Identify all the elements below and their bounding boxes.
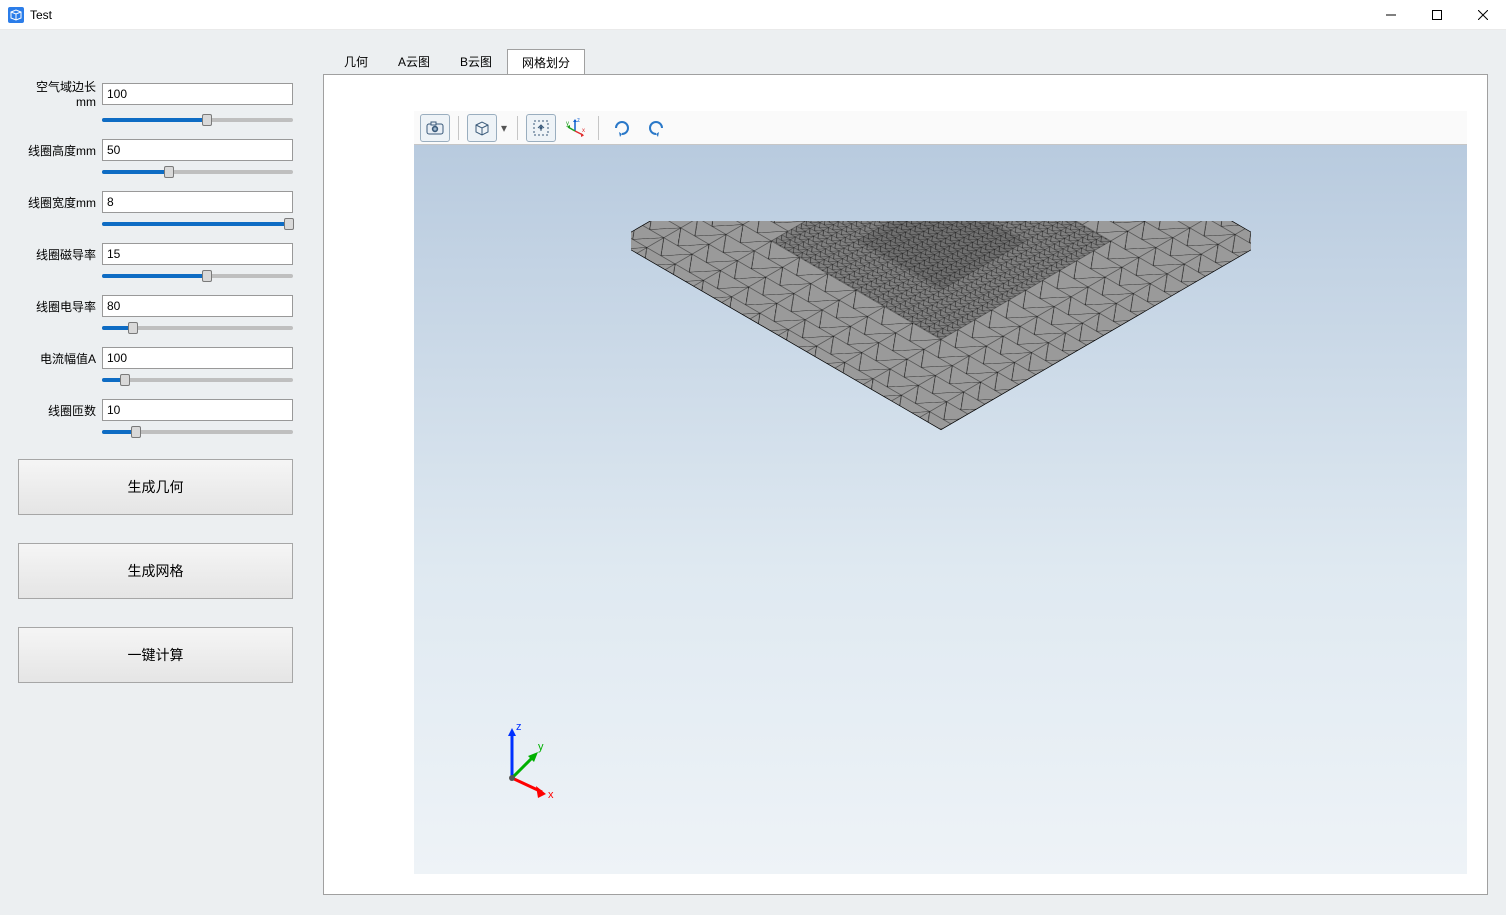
viewport-3d[interactable]: ▾ z x y: [414, 111, 1467, 874]
axis-z-label: z: [516, 721, 522, 733]
axis-x-label: x: [548, 789, 554, 798]
tab-0[interactable]: 几何: [329, 48, 383, 74]
body: 空气域边长mm 线圈高度mm 线圈宽度mm 线圈磁导率: [0, 30, 1506, 915]
param-4: 线圈电导率: [18, 295, 293, 335]
param-1: 线圈高度mm: [18, 139, 293, 179]
mesh-render: [631, 221, 1251, 601]
tab-label: A云图: [398, 55, 430, 69]
title-bar: Test: [0, 0, 1506, 30]
viewport-toolbar: ▾ z x y: [414, 111, 1467, 145]
param-label: 空气域边长mm: [18, 78, 96, 109]
svg-text:y: y: [566, 121, 569, 127]
rotate-ccw-icon[interactable]: [641, 114, 671, 142]
tab-label: 网格划分: [522, 56, 570, 70]
param-label: 线圈高度mm: [18, 142, 96, 159]
button-label: 生成网格: [128, 561, 184, 581]
param-3: 线圈磁导率: [18, 243, 293, 283]
param-2: 线圈宽度mm: [18, 191, 293, 231]
tab-label: 几何: [344, 55, 368, 69]
param-label: 线圈电导率: [18, 298, 96, 315]
tab-strip: 几何 A云图 B云图 网格划分: [323, 50, 1488, 74]
param-slider[interactable]: [102, 269, 293, 283]
param-input[interactable]: [102, 347, 293, 369]
param-6: 线圈匝数: [18, 399, 293, 439]
param-input[interactable]: [102, 399, 293, 421]
viewport-frame: ▾ z x y: [323, 74, 1488, 895]
tab-3[interactable]: 网格划分: [507, 49, 585, 75]
param-0: 空气域边长mm: [18, 78, 293, 127]
cube-icon[interactable]: [467, 114, 497, 142]
param-input[interactable]: [102, 243, 293, 265]
param-slider[interactable]: [102, 113, 293, 127]
button-label: 一键计算: [128, 645, 184, 665]
compute-button[interactable]: 一键计算: [18, 627, 293, 683]
axes-icon[interactable]: z x y: [560, 114, 590, 142]
tab-2[interactable]: B云图: [445, 48, 507, 74]
param-input[interactable]: [102, 139, 293, 161]
maximize-button[interactable]: [1414, 0, 1460, 30]
minimize-button[interactable]: [1368, 0, 1414, 30]
app-window: Test 空气域边长mm 线圈高度m: [0, 0, 1506, 915]
camera-icon[interactable]: [420, 114, 450, 142]
param-slider[interactable]: [102, 425, 293, 439]
rotate-cw-icon[interactable]: [607, 114, 637, 142]
svg-text:x: x: [582, 128, 585, 134]
param-slider[interactable]: [102, 165, 293, 179]
button-label: 生成几何: [128, 477, 184, 497]
cube-dropdown-icon[interactable]: ▾: [499, 114, 509, 142]
param-input[interactable]: [102, 83, 293, 105]
axis-triad: z y x: [492, 718, 572, 798]
right-area: 几何 A云图 B云图 网格划分 ▾: [323, 50, 1488, 895]
tab-1[interactable]: A云图: [383, 48, 445, 74]
param-input[interactable]: [102, 295, 293, 317]
app-icon: [8, 7, 24, 23]
svg-text:z: z: [577, 118, 580, 124]
close-button[interactable]: [1460, 0, 1506, 30]
param-5: 电流幅值A: [18, 347, 293, 387]
axis-y-label: y: [538, 741, 544, 753]
param-label: 线圈磁导率: [18, 246, 96, 263]
param-label: 线圈宽度mm: [18, 194, 96, 211]
param-slider[interactable]: [102, 217, 293, 231]
param-label: 线圈匝数: [18, 402, 96, 419]
window-title: Test: [30, 8, 52, 22]
param-slider[interactable]: [102, 321, 293, 335]
left-panel: 空气域边长mm 线圈高度mm 线圈宽度mm 线圈磁导率: [18, 50, 293, 895]
param-label: 电流幅值A: [18, 350, 96, 367]
param-slider[interactable]: [102, 373, 293, 387]
generate-geometry-button[interactable]: 生成几何: [18, 459, 293, 515]
generate-mesh-button[interactable]: 生成网格: [18, 543, 293, 599]
param-input[interactable]: [102, 191, 293, 213]
fit-view-icon[interactable]: [526, 114, 556, 142]
tab-label: B云图: [460, 55, 492, 69]
